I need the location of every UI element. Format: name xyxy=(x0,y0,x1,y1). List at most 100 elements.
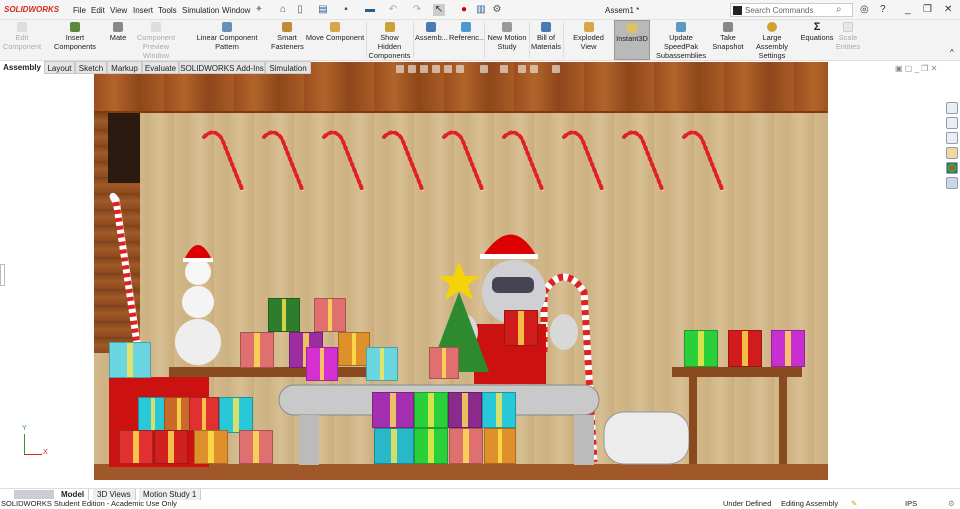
file-properties-icon[interactable]: ▥ xyxy=(475,4,487,16)
triad-axes: Y X xyxy=(16,425,52,462)
search-placeholder: Search Commands xyxy=(745,6,814,15)
tab-assembly[interactable]: Assembly xyxy=(0,61,44,74)
tab-simulation[interactable]: Simulation xyxy=(265,61,311,74)
collapse-ribbon-icon[interactable]: ^ xyxy=(950,48,954,57)
instant3d-icon xyxy=(627,23,637,33)
close-icon[interactable]: ✕ xyxy=(944,4,952,15)
custom-properties-icon[interactable] xyxy=(946,177,958,189)
assembly-features-icon xyxy=(426,22,436,32)
tab-markup[interactable]: Markup xyxy=(107,61,142,74)
scale-icon xyxy=(843,22,853,32)
move-component-button[interactable]: Move Component xyxy=(305,20,365,60)
options-gear-icon[interactable]: ⚙ xyxy=(491,4,503,16)
motion-study-icon xyxy=(502,22,512,32)
insert-components-button[interactable]: Insert Components xyxy=(44,20,106,60)
edition-text: SOLIDWORKS Student Edition - Academic Us… xyxy=(1,499,177,508)
document-title: Assem1 * xyxy=(605,6,640,15)
open-icon[interactable]: ▤ xyxy=(317,4,329,16)
graphics-viewport[interactable] xyxy=(94,62,828,480)
command-prompt-icon xyxy=(733,6,742,15)
preview-window-icon xyxy=(151,22,161,32)
menu-simulation[interactable]: Simulation xyxy=(182,6,219,15)
new-document-icon[interactable]: ▯ xyxy=(294,4,306,16)
units-selector[interactable]: IPS xyxy=(905,499,917,509)
tab-scroll-arrows[interactable] xyxy=(14,490,54,499)
new-motion-study-button[interactable]: New Motion Study xyxy=(486,20,528,60)
definition-status: Under Defined xyxy=(723,499,772,508)
large-assembly-icon xyxy=(767,22,777,32)
menu-edit[interactable]: Edit xyxy=(91,6,105,15)
help-icon[interactable]: ? xyxy=(880,4,886,15)
search-commands-input[interactable]: Search Commands ⌕ xyxy=(730,3,853,17)
component-preview-window-button[interactable]: Component Preview Window xyxy=(129,20,183,60)
bill-of-materials-button[interactable]: Bill of Materials xyxy=(531,20,561,60)
exploded-view-icon xyxy=(583,22,594,32)
x-axis-label: X xyxy=(43,449,48,456)
user-icon[interactable]: ◎ xyxy=(860,4,869,15)
show-hidden-icon xyxy=(384,22,395,32)
editing-status: Editing Assembly xyxy=(781,499,839,508)
file-explorer-icon[interactable] xyxy=(946,132,958,144)
pattern-icon xyxy=(222,22,232,32)
edit-component-icon xyxy=(17,22,27,32)
viewport-window-controls[interactable]: ▣ ▢ _ ❐ ✕ xyxy=(895,64,937,73)
show-hidden-components-button[interactable]: Show Hidden Components xyxy=(368,20,411,60)
insert-components-icon xyxy=(70,22,80,32)
speedpak-icon xyxy=(676,22,686,32)
menu-view[interactable]: View xyxy=(110,6,127,15)
mate-button[interactable]: Mate xyxy=(107,20,129,60)
left-table xyxy=(169,367,389,377)
move-component-icon xyxy=(330,22,340,32)
tab-evaluate[interactable]: Evaluate xyxy=(142,61,179,74)
linear-component-pattern-button[interactable]: Linear Component Pattern xyxy=(185,20,269,60)
command-manager-ribbon: Edit Component Insert Components Mate Co… xyxy=(0,20,960,61)
snowman xyxy=(175,245,221,365)
scale-entities-button[interactable]: Scale Entities xyxy=(834,20,862,60)
status-settings-icon[interactable]: ⚙ xyxy=(948,499,955,509)
select-icon[interactable]: ↖ xyxy=(433,4,445,16)
menu-insert[interactable]: Insert xyxy=(133,6,153,15)
equations-button[interactable]: Σ Equations xyxy=(800,20,834,60)
undo-icon[interactable]: ↶ xyxy=(387,4,399,16)
reference-geometry-button[interactable]: Referenc... xyxy=(449,20,485,60)
tab-layout[interactable]: Layout xyxy=(44,61,75,74)
design-library-icon[interactable] xyxy=(946,117,958,129)
tab-solidworks-add-ins[interactable]: SOLIDWORKS Add-Ins xyxy=(179,61,265,74)
fasteners-icon xyxy=(282,22,292,32)
solidworks-resources-icon[interactable] xyxy=(946,102,958,114)
motor xyxy=(603,411,690,465)
right-table xyxy=(672,367,802,464)
view-palette-icon[interactable] xyxy=(946,147,958,159)
menu-tools[interactable]: Tools xyxy=(158,6,177,15)
exploded-view-button[interactable]: Exploded View xyxy=(565,20,612,60)
redo-icon[interactable]: ↷ xyxy=(411,4,423,16)
minimize-icon[interactable]: _ xyxy=(905,4,911,15)
home-icon[interactable]: ⌂ xyxy=(277,4,289,16)
save-icon[interactable]: ▪ xyxy=(340,4,352,16)
instant3d-button[interactable]: Instant3D xyxy=(614,20,650,60)
assembly-features-button[interactable]: Assemb... xyxy=(415,20,448,60)
search-icon[interactable]: ⌕ xyxy=(836,4,842,15)
edit-component-button[interactable]: Edit Component xyxy=(2,20,42,60)
feature-manager-toggle[interactable] xyxy=(0,264,5,286)
command-tabs: Assembly Layout Sketch Markup Evaluate S… xyxy=(0,61,313,75)
pin-icon[interactable]: ✦ xyxy=(253,4,265,16)
title-bar: SOLIDWORKS File Edit View Insert Tools S… xyxy=(0,0,960,20)
y-axis-label: Y xyxy=(22,425,27,432)
menu-file[interactable]: File xyxy=(73,6,86,15)
take-snapshot-button[interactable]: Take Snapshot xyxy=(712,20,744,60)
rebuild-icon[interactable]: ✎ xyxy=(851,499,857,509)
large-assembly-settings-button[interactable]: Large Assembly Settings xyxy=(746,20,798,60)
print-icon[interactable]: ▬ xyxy=(364,4,376,16)
tab-sketch[interactable]: Sketch xyxy=(75,61,107,74)
restore-icon[interactable]: ❐ xyxy=(923,4,932,15)
bottom-tabs: Model 3D Views Motion Study 1 xyxy=(0,488,960,500)
menu-window[interactable]: Window xyxy=(222,6,250,15)
reference-geometry-icon xyxy=(461,22,471,32)
update-speedpak-button[interactable]: Update SpeedPak Subassemblies xyxy=(652,20,710,60)
appearances-icon[interactable] xyxy=(946,162,958,174)
smart-fasteners-button[interactable]: Smart Fasteners xyxy=(271,20,304,60)
traffic-light-icon[interactable]: ● xyxy=(458,4,470,16)
camera-icon xyxy=(723,22,733,32)
status-bar: SOLIDWORKS Student Edition - Academic Us… xyxy=(0,499,960,509)
